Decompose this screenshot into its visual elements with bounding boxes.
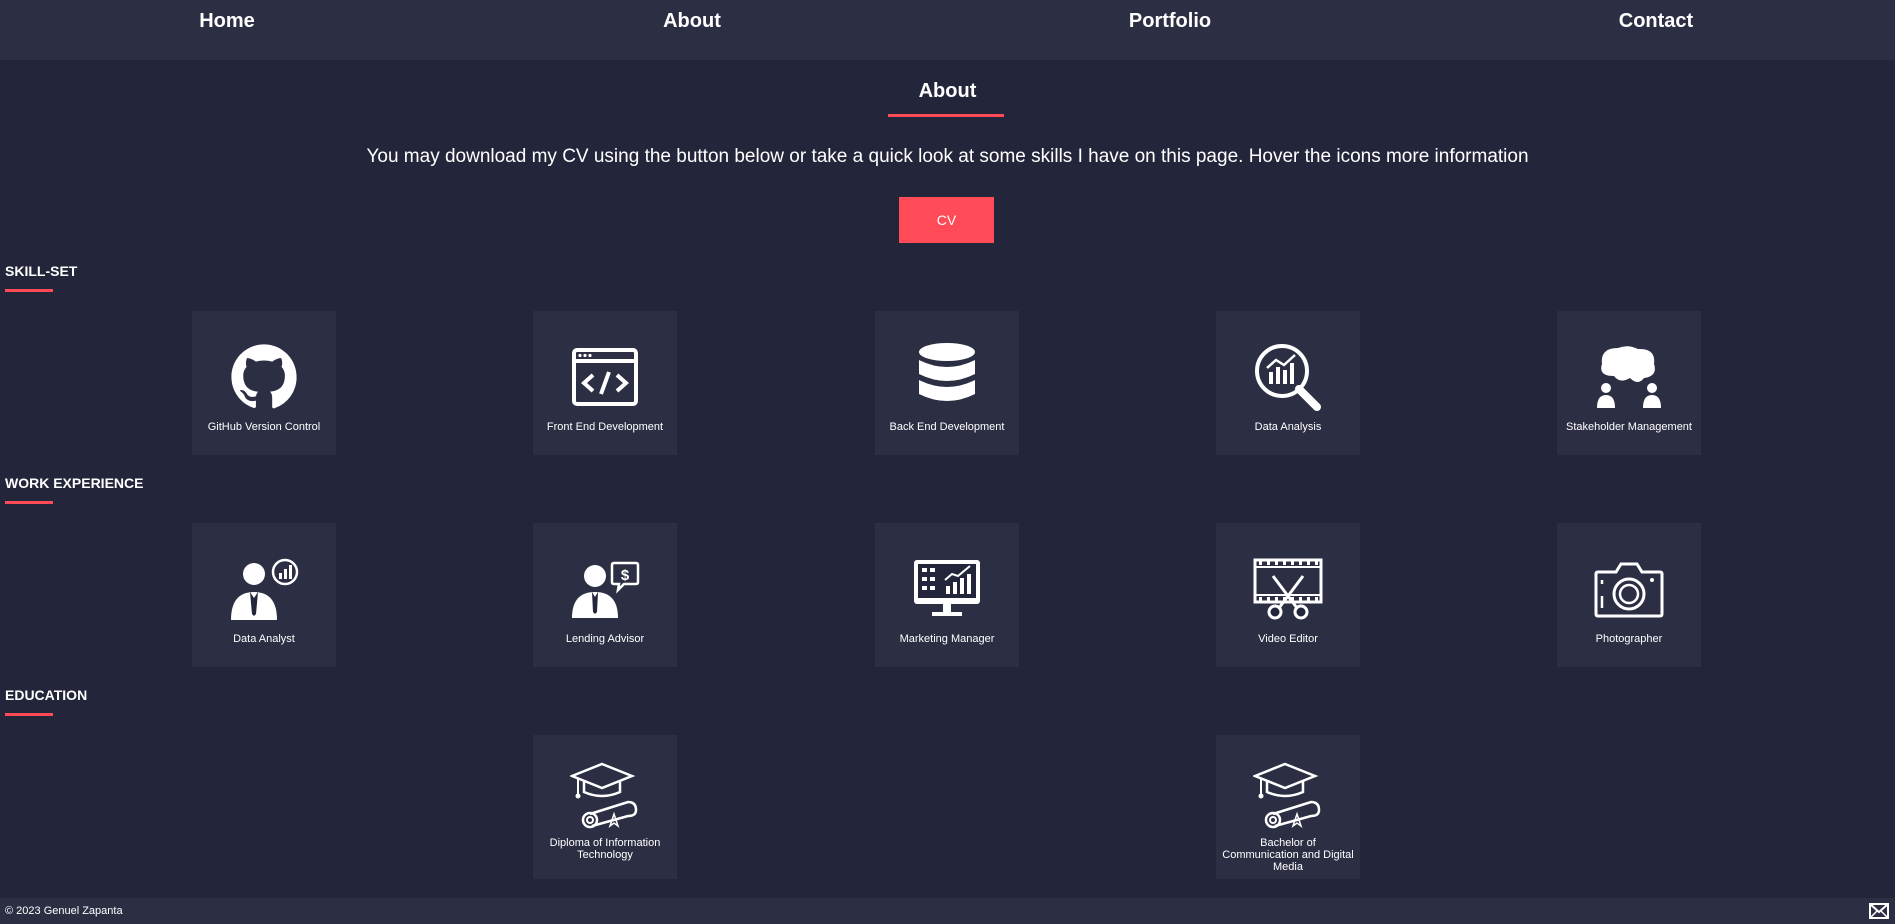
skill-card-frontend[interactable]: Front End Development [533,311,677,455]
page-title: About [918,80,977,102]
education-underline [5,713,53,716]
work-card-data-analyst[interactable]: Data Analyst [192,523,336,667]
camera-icon [1593,553,1665,625]
analytics-magnifier-icon [1252,341,1324,413]
analyst-person-icon [228,553,300,625]
work-card-video-editor[interactable]: Video Editor [1216,523,1360,667]
skill-card-backend[interactable]: Back End Development [875,311,1019,455]
nav-contact-link[interactable]: Contact [1619,10,1693,33]
graduation-diploma-icon [569,759,641,831]
skill-label: Front End Development [546,421,664,433]
skillset-heading: SKILL-SET [5,263,78,279]
github-icon [228,341,300,413]
footer: © 2023 Genuel Zapanta [0,898,1895,924]
education-label: Bachelor of Communication and Digital Me… [1222,837,1354,873]
database-icon [911,341,983,413]
work-card-photographer[interactable]: Photographer [1557,523,1701,667]
nav-about-link[interactable]: About [663,10,721,33]
education-card-diploma-it[interactable]: Diploma of Information Technology [533,735,677,879]
nav-home-link[interactable]: Home [199,10,255,33]
work-label: Data Analyst [233,633,295,645]
cv-download-button[interactable]: CV [899,197,994,243]
education-label: Diploma of Information Technology [549,837,661,861]
code-window-icon [569,341,641,413]
advisor-dollar-icon: $ [569,553,641,625]
top-navigation: Home About Portfolio Contact [0,0,1895,60]
skill-label: Back End Development [889,421,1005,433]
skillset-underline [5,289,53,292]
skill-card-data-analysis[interactable]: Data Analysis [1216,311,1360,455]
work-label: Marketing Manager [899,633,995,645]
work-card-lending-advisor[interactable]: $ Lending Advisor [533,523,677,667]
work-experience-heading: WORK EXPERIENCE [5,475,144,491]
nav-portfolio-link[interactable]: Portfolio [1129,10,1211,33]
intro-text: You may download my CV using the button … [366,146,1529,167]
copyright-text: © 2023 Genuel Zapanta [5,905,123,917]
work-label: Photographer [1595,633,1663,645]
title-underline [888,114,1004,117]
people-speech-icon [1593,341,1665,413]
skill-label: Stakeholder Management [1566,421,1692,433]
skill-label: GitHub Version Control [207,421,321,433]
work-card-marketing-manager[interactable]: Marketing Manager [875,523,1019,667]
work-experience-underline [5,501,53,504]
education-heading: EDUCATION [5,687,88,703]
svg-text:$: $ [621,567,630,584]
skill-label: Data Analysis [1254,421,1322,433]
skill-card-github[interactable]: GitHub Version Control [192,311,336,455]
work-label: Video Editor [1258,633,1318,645]
work-label: Lending Advisor [565,633,645,645]
film-scissors-icon [1252,553,1324,625]
graduation-diploma-icon [1252,759,1324,831]
monitor-marketing-icon [911,553,983,625]
mail-icon[interactable] [1869,903,1889,919]
skill-card-stakeholder[interactable]: Stakeholder Management [1557,311,1701,455]
education-card-bachelor-cdm[interactable]: Bachelor of Communication and Digital Me… [1216,735,1360,879]
